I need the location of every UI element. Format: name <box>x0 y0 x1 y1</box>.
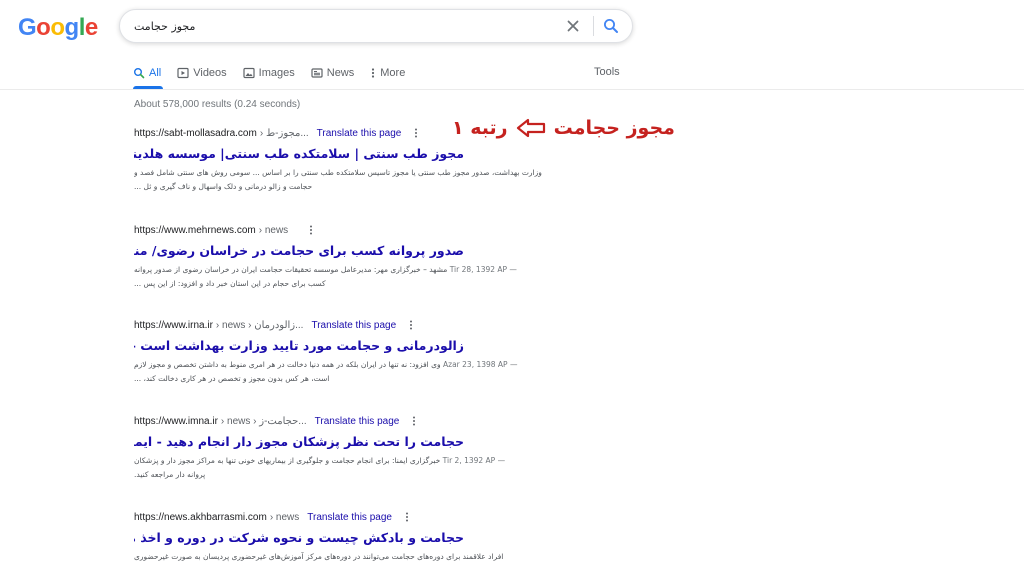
more-vert-icon <box>372 68 375 78</box>
snippet-text: وی افزود: نه تنها در ایران بلکه در همه د… <box>134 360 441 369</box>
tab-label: More <box>380 67 406 79</box>
result-path: › news › حجامت-ز... <box>220 415 307 427</box>
tab-label: News <box>326 67 355 79</box>
result-cite: https://www.mehrnews.com › news <box>134 223 634 237</box>
translate-link[interactable]: Translate this page <box>311 320 396 331</box>
more-vert-icon[interactable] <box>406 319 416 331</box>
result-snippet: Tir 2, 1392 AP — خبرگزاری ایمنا: برای ان… <box>134 454 604 482</box>
result-snippet: افراد علاقمند برای دوره‌های حجامت می‌توا… <box>134 550 604 564</box>
search-result: https://www.imna.ir › news › حجامت-ز... … <box>134 414 634 482</box>
result-stats: About 578,000 results (0.24 seconds) <box>134 99 301 110</box>
news-icon <box>311 68 323 78</box>
close-icon[interactable] <box>564 17 582 35</box>
more-vert-icon[interactable] <box>411 127 421 139</box>
search-tabs: All Videos Images News More <box>133 64 421 84</box>
more-vert-icon[interactable] <box>409 415 419 427</box>
snippet-line: است، هر کس بدون مجوز و تخصص در هر کاری د… <box>134 372 604 386</box>
tab-all[interactable]: All <box>133 64 161 82</box>
snippet-text: افراد علاقمند برای دوره‌های حجامت می‌توا… <box>134 552 504 561</box>
result-snippet: Azar 23, 1398 AP — وی افزود: نه تنها در … <box>134 358 604 386</box>
search-result: https://sabt-mollasadra.com › مجوز-ط... … <box>134 126 634 194</box>
snippet-text: مشهد – خبرگزاری مهر: مدیرعامل موسسه تحقی… <box>134 265 448 274</box>
tab-more[interactable]: More <box>370 64 405 82</box>
search-divider <box>593 16 594 36</box>
result-url[interactable]: https://news.akhbarrasmi.com <box>134 512 267 523</box>
result-title[interactable]: مجوز طب سنتی | سلامتکده طب سنتی| موسسه ه… <box>134 146 464 161</box>
search-icon[interactable] <box>602 17 620 35</box>
tab-videos[interactable]: Videos <box>177 64 227 82</box>
logo-letter-e: e <box>84 14 98 41</box>
result-url[interactable]: https://www.mehrnews.com <box>134 225 256 236</box>
result-cite: https://sabt-mollasadra.com › مجوز-ط... … <box>134 126 634 140</box>
video-icon <box>177 67 189 79</box>
tab-label: Images <box>258 67 295 79</box>
translate-link[interactable]: Translate this page <box>307 512 392 523</box>
snippet-text: وزارت بهداشت، صدور مجوز طب سنتی یا مجوز … <box>134 168 542 177</box>
snippet-text: کسب برای حجام در این استان خبر داد و افز… <box>134 279 326 288</box>
search-box <box>119 9 633 43</box>
snippet-date: Tir 28, 1392 AP — <box>449 265 517 274</box>
result-url[interactable]: https://www.imna.ir <box>134 416 218 427</box>
result-snippet: Tir 28, 1392 AP — مشهد – خبرگزاری مهر: م… <box>134 263 604 291</box>
more-vert-icon[interactable] <box>306 224 316 236</box>
search-result: https://www.mehrnews.com › news صدور پرو… <box>134 223 634 291</box>
tab-news[interactable]: News <box>311 64 355 82</box>
image-icon <box>243 67 255 79</box>
result-cite: https://news.akhbarrasmi.com › news Tran… <box>134 510 634 524</box>
header-divider <box>0 89 1024 90</box>
tab-label: Videos <box>193 67 227 79</box>
tab-images[interactable]: Images <box>243 64 295 82</box>
snippet-line: Tir 28, 1392 AP — مشهد – خبرگزاری مهر: م… <box>134 263 604 277</box>
snippet-text: حجامت و زالو درمانی و دلک واسهال و ناف گ… <box>134 182 313 191</box>
result-path: › news › زالودرمان... <box>215 319 304 331</box>
translate-link[interactable]: Translate this page <box>317 128 402 139</box>
snippet-date: Tir 2, 1392 AP — <box>442 456 506 465</box>
search-icon <box>134 68 145 79</box>
logo-letter-o1: o <box>36 14 51 41</box>
snippet-line: کسب برای حجام در این استان خبر داد و افز… <box>134 277 604 291</box>
snippet-text: پروانه دار مراجعه کنید. <box>134 470 206 479</box>
logo-letter-g2: g <box>64 14 80 41</box>
result-title[interactable]: زالودرمانی و حجامت مورد تایید وزارت بهدا… <box>134 338 464 353</box>
search-input[interactable] <box>134 17 552 35</box>
snippet-date: Azar 23, 1398 AP — <box>443 360 518 369</box>
result-cite: https://www.imna.ir › news › حجامت-ز... … <box>134 414 634 428</box>
translate-link[interactable]: Translate this page <box>315 416 400 427</box>
more-vert-icon[interactable] <box>402 511 412 523</box>
search-result: https://www.irna.ir › news › زالودرمان..… <box>134 318 634 386</box>
result-title[interactable]: حجامت و بادکش چیست و نحوه شرکت در دوره و… <box>134 530 464 545</box>
snippet-line: وزارت بهداشت، صدور مجوز طب سنتی یا مجوز … <box>134 166 604 180</box>
result-path: › news <box>258 224 289 236</box>
tools-button[interactable]: Tools <box>594 66 620 78</box>
snippet-text: است، هر کس بدون مجوز و تخصص در هر کاری د… <box>134 374 330 383</box>
snippet-line: Tir 2, 1392 AP — خبرگزاری ایمنا: برای ان… <box>134 454 604 468</box>
google-logo[interactable]: Google <box>18 14 98 42</box>
snippet-text: خبرگزاری ایمنا: برای انجام حجامت و جلوگی… <box>134 456 441 465</box>
tab-label: All <box>149 67 162 79</box>
search-result: https://news.akhbarrasmi.com › news Tran… <box>134 510 634 564</box>
result-url[interactable]: https://www.irna.ir <box>134 320 213 331</box>
result-url[interactable]: https://sabt-mollasadra.com <box>134 128 257 139</box>
snippet-line: حجامت و زالو درمانی و دلک واسهال و ناف گ… <box>134 180 604 194</box>
result-path: › مجوز-ط... <box>259 127 309 139</box>
snippet-line: پروانه دار مراجعه کنید. <box>134 468 604 482</box>
result-snippet: وزارت بهداشت، صدور مجوز طب سنتی یا مجوز … <box>134 166 604 194</box>
result-title[interactable]: حجامت را تحت نظر پزشکان مجوز دار انجام د… <box>134 434 464 449</box>
snippet-line: افراد علاقمند برای دوره‌های حجامت می‌توا… <box>134 550 604 564</box>
snippet-line: Azar 23, 1398 AP — وی افزود: نه تنها در … <box>134 358 604 372</box>
logo-letter-g: G <box>18 14 37 41</box>
result-path: › news <box>269 511 300 523</box>
logo-letter-o2: o <box>50 14 65 41</box>
result-title[interactable]: صدور پروانه کسب برای حجامت در خراسان رضو… <box>134 243 464 258</box>
result-cite: https://www.irna.ir › news › زالودرمان..… <box>134 318 634 332</box>
